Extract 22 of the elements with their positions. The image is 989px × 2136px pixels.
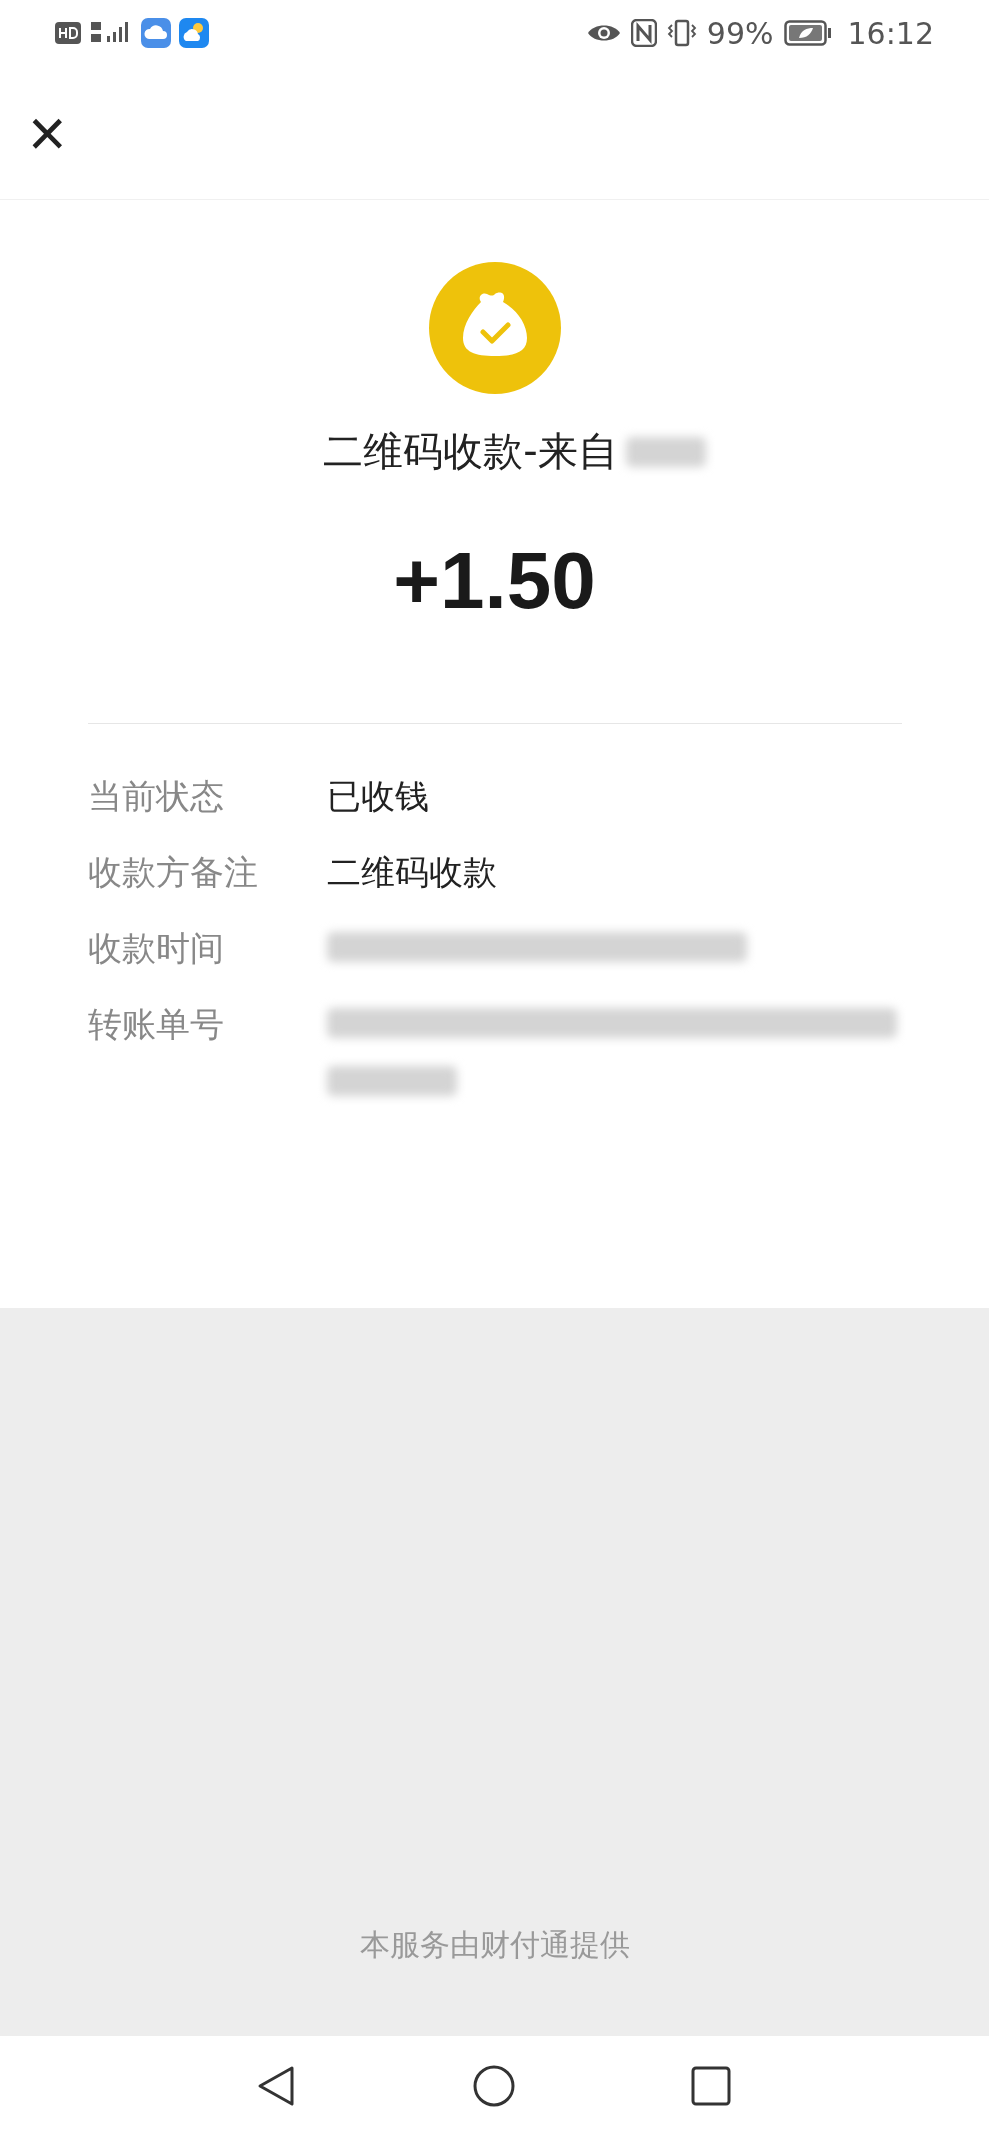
- footer-note: 本服务由财付通提供: [359, 1926, 630, 1964]
- detail-label: 转账单号: [87, 1003, 225, 1046]
- cloud-icon: [141, 18, 171, 48]
- hd-icon: [55, 22, 81, 44]
- recent-apps-icon[interactable]: [691, 2066, 731, 2106]
- back-icon[interactable]: [256, 2065, 296, 2107]
- weather-icon: [179, 18, 209, 48]
- close-button[interactable]: ×: [22, 99, 73, 166]
- nfc-icon: [630, 19, 657, 47]
- receipt-title: 二维码收款-来自: [323, 427, 618, 476]
- detail-label: 当前状态: [87, 775, 225, 818]
- money-bag-icon: [428, 262, 561, 394]
- amount: +1.50: [393, 535, 596, 627]
- home-icon[interactable]: [471, 2064, 516, 2108]
- detail-value: 二维码收款: [326, 851, 497, 894]
- clock-time: 16:12: [847, 15, 934, 51]
- battery-icon: [783, 20, 832, 46]
- battery-percent: 99%: [706, 15, 774, 51]
- detail-value: 已收钱: [326, 775, 429, 818]
- detail-label: 收款时间: [87, 927, 225, 970]
- vibrate-icon: [666, 19, 697, 47]
- detail-label: 收款方备注: [87, 851, 259, 894]
